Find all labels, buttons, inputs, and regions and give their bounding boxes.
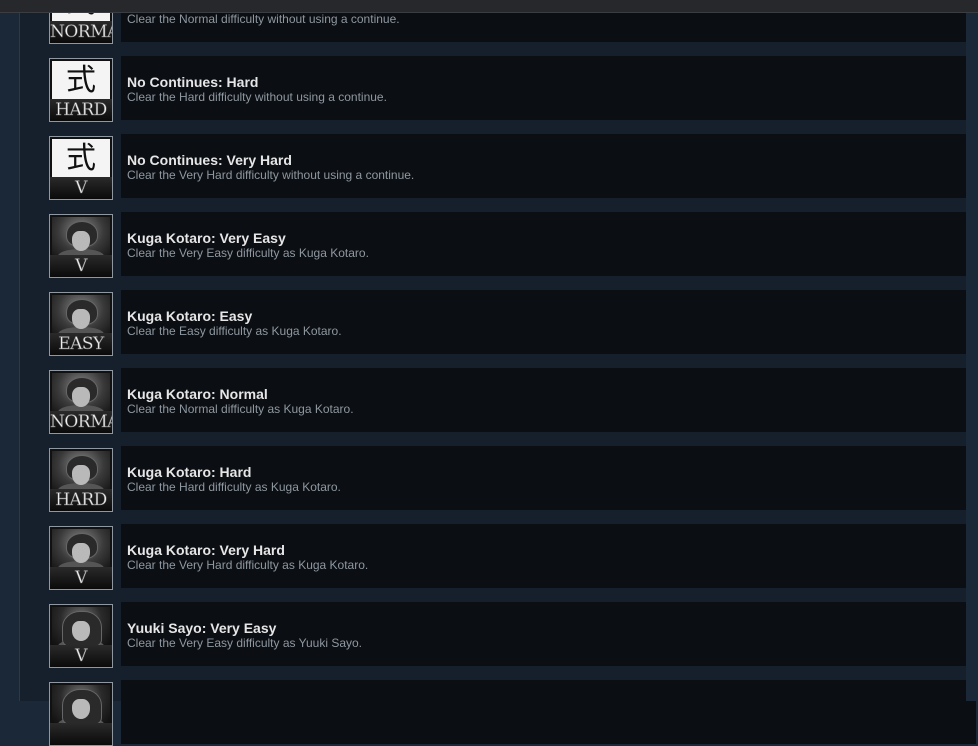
achievement-icon: V EASY <box>49 604 113 668</box>
achievement-card: Kuga Kotaro: Normal Clear the Normal dif… <box>121 368 976 432</box>
difficulty-badge: V EASY <box>50 255 112 277</box>
achievement-icon: NORMAL <box>49 370 113 434</box>
achievement-title: Kuga Kotaro: Very Easy <box>127 230 286 246</box>
achievement-title: No Continues: Hard <box>127 74 259 90</box>
difficulty-badge: HARD <box>50 489 112 511</box>
achievement-icon: 式 V HARD <box>49 136 113 200</box>
achievement-description: Clear the Very Easy difficulty as Yuuki … <box>127 636 363 650</box>
achievement-row: 式 V HARD No Continues: Very Hard Clear t… <box>49 134 976 200</box>
difficulty-badge: HARD <box>50 99 112 121</box>
sayo-portrait-icon <box>52 685 110 731</box>
achievement-row: NORMAL Kuga Kotaro: Normal Clear the Nor… <box>49 368 976 434</box>
achievement-row: V HARD Kuga Kotaro: Very Hard Clear the … <box>49 524 976 590</box>
achievement-description: Clear the Very Easy difficulty as Kuga K… <box>127 246 369 260</box>
difficulty-badge: V EASY <box>50 645 112 667</box>
achievement-icon: V HARD <box>49 526 113 590</box>
achievement-row: HARD Kuga Kotaro: Hard Clear the Hard di… <box>49 446 976 512</box>
achievement-card: Kuga Kotaro: Hard Clear the Hard difficu… <box>121 446 976 510</box>
achievement-card: No Continues: Hard Clear the Hard diffic… <box>121 56 976 120</box>
achievement-card: Yuuki Sayo: Very Easy Clear the Very Eas… <box>121 602 976 666</box>
achievement-icon: V EASY <box>49 214 113 278</box>
kotaro-portrait-icon <box>52 451 110 497</box>
window-top-bar <box>0 0 978 13</box>
difficulty-badge: NORMAL <box>50 411 112 433</box>
achievement-row: EASY Kuga Kotaro: Easy Clear the Easy di… <box>49 290 976 356</box>
achievement-title: Kuga Kotaro: Easy <box>127 308 253 324</box>
achievement-description: Clear the Normal difficulty without usin… <box>127 12 400 26</box>
achievement-icon: HARD <box>49 448 113 512</box>
difficulty-badge: NORMAL <box>50 21 112 43</box>
achievement-description: Clear the Very Hard difficulty as Kuga K… <box>127 558 369 572</box>
achievement-description: Clear the Hard difficulty as Kuga Kotaro… <box>127 480 341 494</box>
achievement-title: Kuga Kotaro: Very Hard <box>127 542 285 558</box>
achievements-panel: 式 NORMAL Clear the Normal difficulty wit… <box>19 0 976 746</box>
kotaro-portrait-icon <box>52 529 110 575</box>
achievement-card <box>121 680 976 744</box>
achievement-row: V EASY Kuga Kotaro: Very Easy Clear the … <box>49 212 976 278</box>
difficulty-badge: V HARD <box>50 567 112 589</box>
achievement-card: Kuga Kotaro: Very Easy Clear the Very Ea… <box>121 212 976 276</box>
scrollbar-track[interactable] <box>966 12 978 701</box>
achievement-description: Clear the Hard difficulty without using … <box>127 90 387 104</box>
kanji-icon: 式 <box>52 61 110 101</box>
left-margin <box>0 0 18 701</box>
achievement-card: Kuga Kotaro: Very Hard Clear the Very Ha… <box>121 524 976 588</box>
achievement-title: Yuuki Sayo: Very Easy <box>127 620 277 636</box>
achievement-card: No Continues: Very Hard Clear the Very H… <box>121 134 976 198</box>
achievement-description: Clear the Very Hard difficulty without u… <box>127 168 415 182</box>
kanji-icon: 式 <box>52 139 110 179</box>
achievement-icon: 式 HARD <box>49 58 113 122</box>
achievement-description: Clear the Easy difficulty as Kuga Kotaro… <box>127 324 342 338</box>
kotaro-portrait-icon <box>52 373 110 419</box>
achievement-card: Kuga Kotaro: Easy Clear the Easy difficu… <box>121 290 976 354</box>
achievement-description: Clear the Normal difficulty as Kuga Kota… <box>127 402 354 416</box>
achievement-row: V EASY Yuuki Sayo: Very Easy Clear the V… <box>49 602 976 668</box>
kotaro-portrait-icon <box>52 295 110 341</box>
difficulty-badge <box>50 723 112 745</box>
difficulty-badge: EASY <box>50 333 112 355</box>
achievement-title: No Continues: Very Hard <box>127 152 292 168</box>
achievement-row <box>49 680 976 746</box>
achievement-title: Kuga Kotaro: Hard <box>127 464 252 480</box>
achievement-title: Kuga Kotaro: Normal <box>127 386 268 402</box>
achievement-row: 式 HARD No Continues: Hard Clear the Hard… <box>49 56 976 122</box>
sayo-portrait-icon <box>52 607 110 653</box>
difficulty-badge: V HARD <box>50 177 112 199</box>
achievement-icon: EASY <box>49 292 113 356</box>
achievement-icon <box>49 682 113 746</box>
kotaro-portrait-icon <box>52 217 110 263</box>
